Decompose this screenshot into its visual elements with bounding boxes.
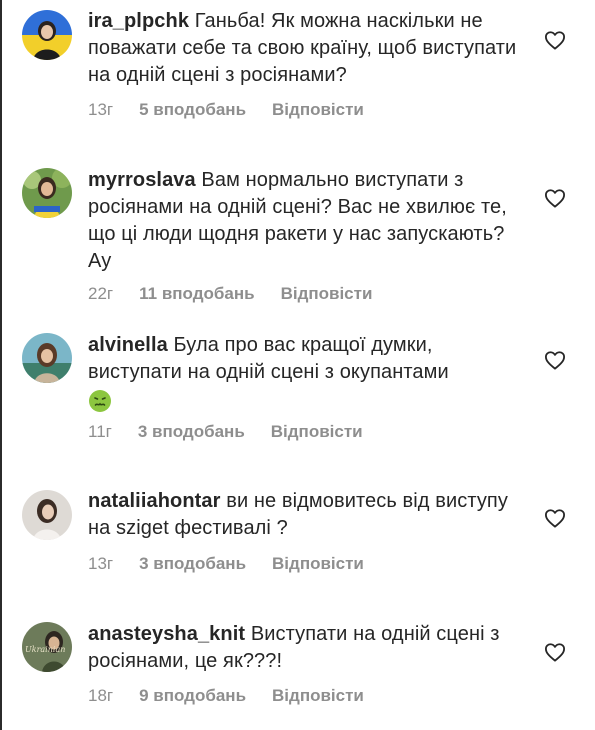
comment-meta: 13г 3 вподобань Відповісти bbox=[88, 554, 364, 574]
avatar[interactable] bbox=[22, 333, 72, 383]
comment-likes[interactable]: 11 вподобань bbox=[139, 284, 254, 304]
comment-likes[interactable]: 9 вподобань bbox=[139, 686, 246, 706]
comment-likes[interactable]: 3 вподобань bbox=[139, 554, 246, 574]
comment-meta: 18г 9 вподобань Відповісти bbox=[88, 686, 364, 706]
comment-likes[interactable]: 5 вподобань bbox=[139, 100, 246, 120]
comment-time: 18г bbox=[88, 686, 114, 705]
avatar-watermark: Ukrainian bbox=[25, 645, 65, 654]
nauseated-face-icon bbox=[88, 389, 112, 413]
comment-text: alvinella Була про вас кращої думки, вис… bbox=[88, 332, 518, 413]
comment-text: anasteysha_knit Виступати на одній сцені… bbox=[88, 621, 518, 675]
reply-button[interactable]: Відповісти bbox=[272, 100, 364, 120]
heart-icon[interactable] bbox=[544, 508, 566, 528]
reply-button[interactable]: Відповісти bbox=[272, 554, 364, 574]
heart-icon[interactable] bbox=[544, 642, 566, 662]
comment-username[interactable]: anasteysha_knit bbox=[88, 623, 245, 645]
heart-icon[interactable] bbox=[544, 188, 566, 208]
comment-time: 13г bbox=[88, 100, 114, 119]
reply-button[interactable]: Відповісти bbox=[271, 422, 363, 442]
comment-text: nataliiahontar ви не відмовитесь від вис… bbox=[88, 488, 518, 542]
heart-icon[interactable] bbox=[544, 350, 566, 370]
comment-likes[interactable]: 3 вподобань bbox=[138, 422, 245, 442]
comment-time: 13г bbox=[88, 554, 114, 573]
comment-username[interactable]: myrroslava bbox=[88, 169, 196, 191]
comment-username[interactable]: ira_plpchk bbox=[88, 10, 189, 32]
comment-text: myrroslava Вам нормально виступати з рос… bbox=[88, 167, 518, 275]
comment-time: 11г bbox=[88, 422, 112, 441]
comment-username[interactable]: nataliiahontar bbox=[88, 490, 221, 512]
avatar[interactable] bbox=[22, 490, 72, 540]
avatar[interactable] bbox=[22, 168, 72, 218]
avatar[interactable]: Ukrainian bbox=[22, 622, 72, 672]
heart-icon[interactable] bbox=[544, 30, 566, 50]
avatar[interactable] bbox=[22, 10, 72, 60]
reply-button[interactable]: Відповісти bbox=[281, 284, 373, 304]
reply-button[interactable]: Відповісти bbox=[272, 686, 364, 706]
comment-time: 22г bbox=[88, 284, 114, 303]
comment-meta: 13г 5 вподобань Відповісти bbox=[88, 100, 364, 120]
comment-text: ira_plpchk Ганьба! Як можна наскільки не… bbox=[88, 8, 518, 89]
comment-meta: 22г 11 вподобань Відповісти bbox=[88, 284, 372, 304]
comment-username[interactable]: alvinella bbox=[88, 334, 168, 356]
left-edge-rule bbox=[0, 0, 2, 730]
comment-meta: 11г 3 вподобань Відповісти bbox=[88, 422, 363, 442]
